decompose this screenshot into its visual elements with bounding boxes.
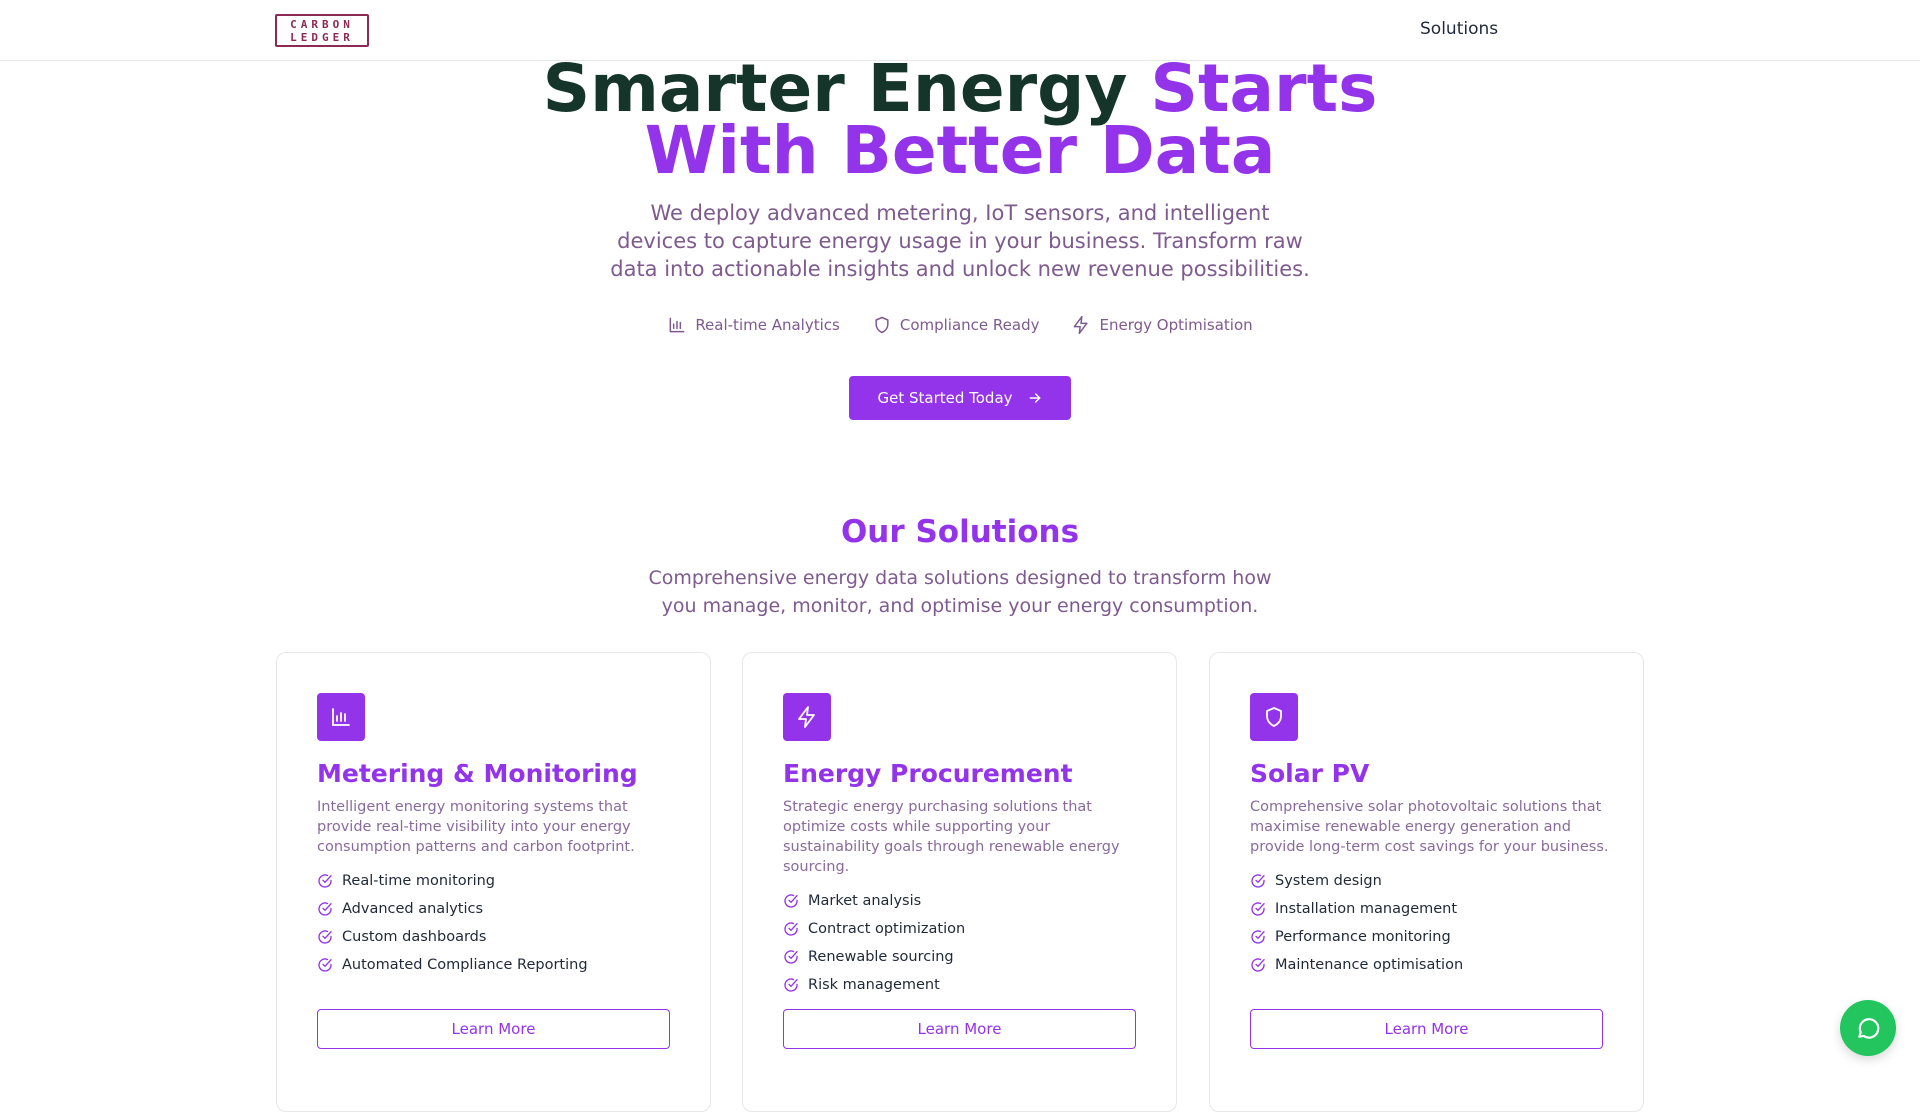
shield-icon (1266, 707, 1282, 727)
card-title: Metering & Monitoring (317, 759, 638, 788)
arrow-right-icon (1029, 393, 1040, 403)
list-item-label: System design (1275, 873, 1382, 889)
list-item: Installation management (1250, 895, 1463, 923)
list-item: Custom dashboards (317, 923, 588, 951)
hero-feature-list: Real-time Analytics Compliance Ready Ene… (0, 315, 1920, 335)
list-item-label: Custom dashboards (342, 929, 487, 945)
shield-icon (875, 316, 889, 334)
lightning-icon (798, 706, 815, 728)
list-item: Contract optimization (783, 915, 965, 943)
list-item-label: Market analysis (808, 893, 922, 909)
bar-chart-icon (332, 708, 350, 726)
list-item-label: Renewable sourcing (808, 949, 954, 965)
card-icon-box (317, 693, 365, 741)
chat-bubble-icon (1858, 1018, 1880, 1039)
chat-widget-button[interactable] (1840, 1000, 1896, 1056)
card-title: Energy Procurement (783, 759, 1073, 788)
check-circle-icon (318, 958, 332, 972)
check-circle-icon (784, 978, 798, 992)
list-item-label: Maintenance optimisation (1275, 957, 1464, 973)
list-item-label: Installation management (1275, 901, 1458, 917)
learn-more-button[interactable]: Learn More (783, 1009, 1136, 1049)
list-item-label: Risk management (808, 977, 940, 993)
hero-title: Smarter Energy Starts With Better Data (0, 56, 1920, 184)
list-item: System design (1250, 867, 1463, 895)
hero-title-line2: With Better Data (644, 112, 1276, 189)
check-circle-icon (784, 894, 798, 908)
list-item: Maintenance optimisation (1250, 951, 1463, 979)
feature-compliance-ready: Compliance Ready (872, 315, 1040, 335)
get-started-button[interactable]: Get Started Today (849, 376, 1071, 420)
check-circle-icon (1251, 902, 1265, 916)
card-title: Solar PV (1250, 759, 1370, 788)
list-item: Performance monitoring (1250, 923, 1463, 951)
list-item: Real-time monitoring (317, 867, 588, 895)
feature-label: Energy Optimisation (1099, 316, 1253, 334)
list-item: Automated Compliance Reporting (317, 951, 588, 979)
solutions-subtitle: Comprehensive energy data solutions desi… (648, 567, 1272, 617)
solution-card-procurement: Energy Procurement Strategic energy purc… (742, 652, 1177, 1112)
check-circle-icon (1251, 930, 1265, 944)
check-circle-icon (784, 922, 798, 936)
check-circle-icon (1251, 958, 1265, 972)
check-circle-icon (318, 874, 332, 888)
solution-card-solar-pv: Solar PV Comprehensive solar photovoltai… (1209, 652, 1644, 1112)
logo-line-2: LEDGER (290, 31, 354, 44)
bar-chart-icon (669, 317, 685, 333)
list-item: Market analysis (783, 887, 965, 915)
list-item-label: Advanced analytics (342, 901, 484, 917)
get-started-label: Get Started Today (877, 389, 1013, 407)
learn-more-button[interactable]: Learn More (317, 1009, 670, 1049)
card-feature-list: Market analysis Contract optimization Re… (783, 887, 965, 999)
feature-realtime-analytics: Real-time Analytics (667, 315, 840, 335)
feature-label: Real-time Analytics (695, 316, 840, 334)
card-description: Comprehensive solar photovoltaic solutio… (1250, 799, 1609, 855)
card-description: Intelligent energy monitoring systems th… (317, 799, 635, 855)
check-circle-icon (784, 950, 798, 964)
list-item: Advanced analytics (317, 895, 588, 923)
card-icon-box (1250, 693, 1298, 741)
card-feature-list: Real-time monitoring Advanced analytics … (317, 867, 588, 979)
feature-energy-optimisation: Energy Optimisation (1071, 315, 1253, 335)
logo-line-1: CARBON (290, 18, 354, 31)
list-item: Risk management (783, 971, 965, 999)
list-item-label: Real-time monitoring (342, 873, 496, 889)
hero-subtitle: We deploy advanced metering, IoT sensors… (610, 201, 1310, 281)
card-feature-list: System design Installation management Pe… (1250, 867, 1463, 979)
check-circle-icon (318, 930, 332, 944)
list-item-label: Contract optimization (808, 921, 966, 937)
list-item-label: Performance monitoring (1275, 929, 1451, 945)
learn-more-button[interactable]: Learn More (1250, 1009, 1603, 1049)
check-circle-icon (318, 902, 332, 916)
card-description: Strategic energy purchasing solutions th… (783, 799, 1120, 875)
list-item-label: Automated Compliance Reporting (342, 957, 588, 973)
lightning-icon (1074, 315, 1089, 335)
card-icon-box (783, 693, 831, 741)
solution-card-metering: Metering & Monitoring Intelligent energy… (276, 652, 711, 1112)
feature-label: Compliance Ready (899, 316, 1040, 334)
solutions-title: Our Solutions (840, 514, 1080, 550)
carbon-ledger-logo[interactable]: CARBON LEDGER (275, 14, 369, 47)
list-item: Renewable sourcing (783, 943, 965, 971)
nav-link-solutions[interactable]: Solutions (1420, 19, 1498, 39)
check-circle-icon (1251, 874, 1265, 888)
